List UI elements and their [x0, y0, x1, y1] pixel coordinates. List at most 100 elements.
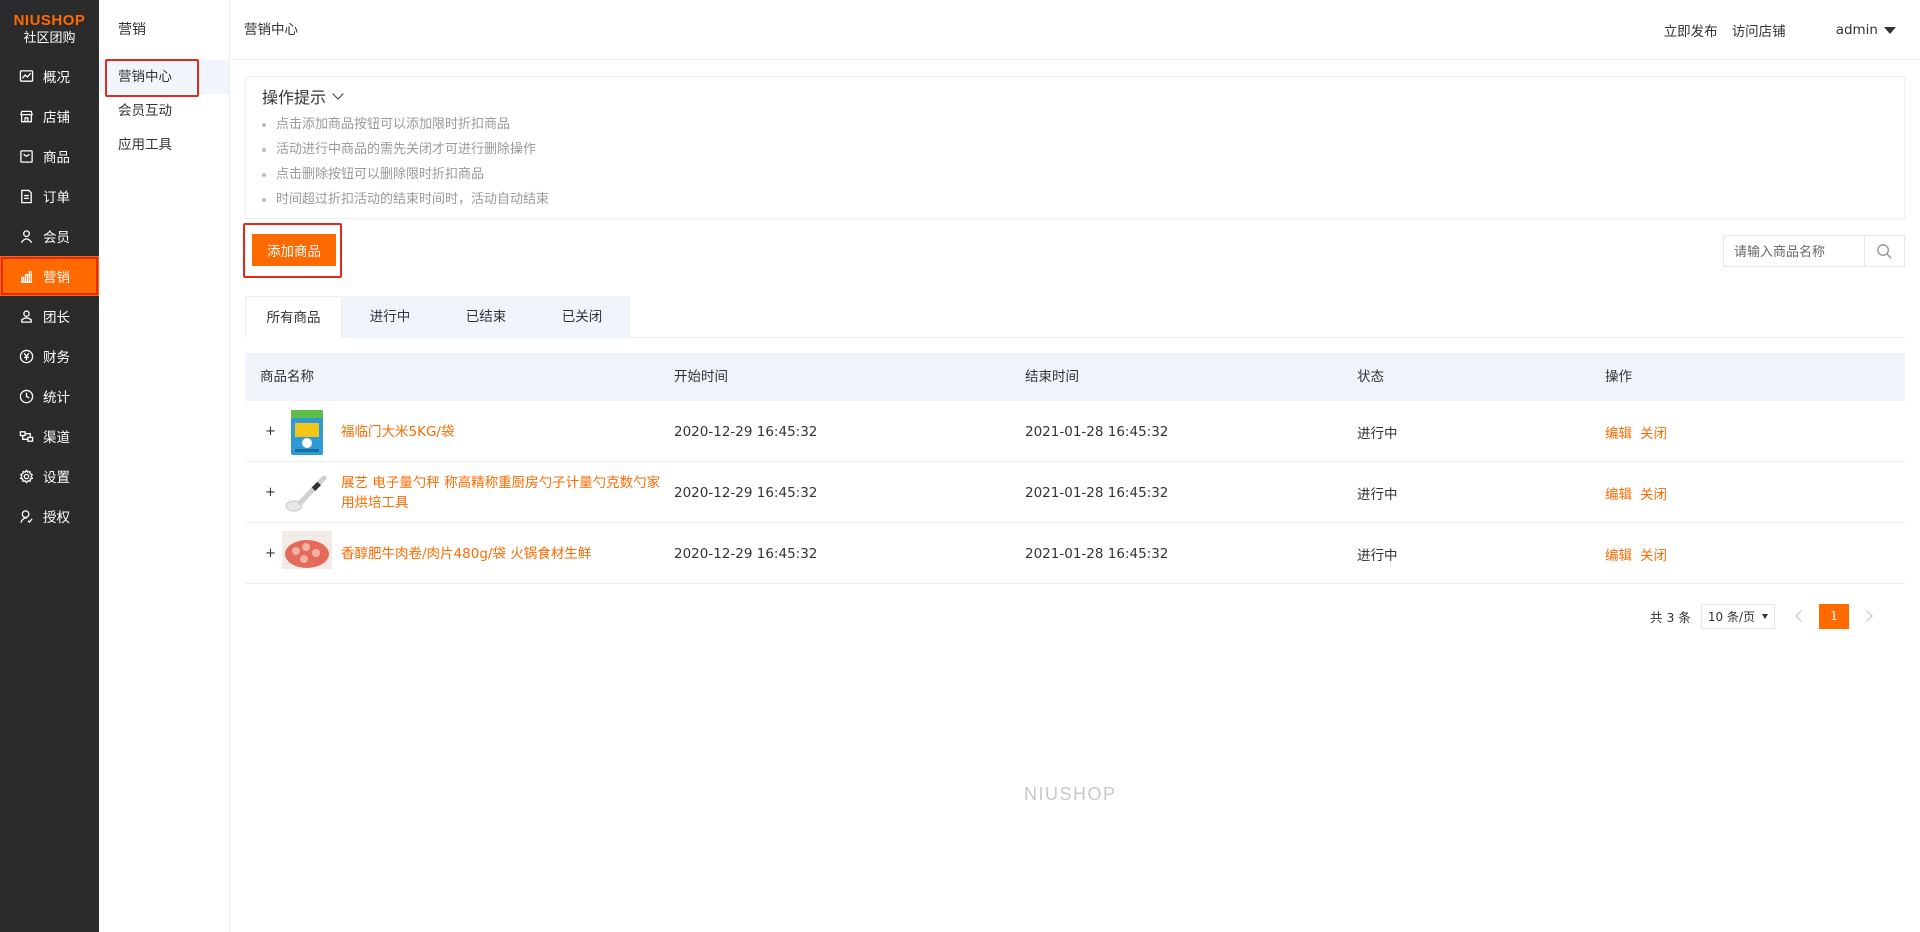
- publish-link[interactable]: 立即发布: [1664, 20, 1718, 40]
- sidebar-item-order[interactable]: 订单: [0, 176, 99, 216]
- member-icon: [18, 228, 34, 244]
- secondary-menu: 营销 营销中心 会员互动 应用工具: [99, 0, 230, 932]
- user-name: admin: [1835, 22, 1878, 38]
- goods-table: 商品名称 开始时间 结束时间 状态 操作 + 福临门大米5KG/袋 2020-1…: [245, 353, 1905, 584]
- table-row: + 香醇肥牛肉卷/肉片480g/袋 火锅食材生鲜 2020-12-29 16:4…: [245, 523, 1905, 584]
- sidebar-item-label: 设置: [43, 470, 70, 486]
- sidebar-item-label: 财务: [43, 350, 70, 366]
- submenu-item-app-tools[interactable]: 应用工具: [99, 128, 229, 162]
- col-end-time: 结束时间: [1025, 369, 1079, 385]
- expand-button[interactable]: +: [265, 401, 276, 462]
- expand-button[interactable]: +: [265, 462, 276, 523]
- sidebar-item-member[interactable]: 会员: [0, 216, 99, 256]
- page-size-value: 10 条/页: [1707, 609, 1756, 624]
- sidebar-item-settings[interactable]: 设置: [0, 456, 99, 496]
- col-actions: 操作: [1605, 369, 1632, 385]
- start-time: 2020-12-29 16:45:32: [674, 545, 818, 562]
- row-actions: 编辑 关闭: [1605, 401, 1675, 462]
- tips-title: 操作提示: [262, 88, 327, 107]
- prev-page-icon[interactable]: [1795, 610, 1807, 622]
- end-time: 2021-01-28 16:45:32: [1025, 545, 1169, 562]
- expand-button[interactable]: +: [265, 523, 276, 584]
- marketing-icon: [18, 268, 34, 284]
- sidebar-item-label: 授权: [43, 510, 70, 526]
- table-row: + 福临门大米5KG/袋 2020-12-29 16:45:32 2021-01…: [245, 401, 1905, 462]
- search-box: [1723, 235, 1905, 267]
- add-goods-highlight: 添加商品: [243, 223, 342, 278]
- sidebar-item-channel[interactable]: 渠道: [0, 416, 99, 456]
- user-menu[interactable]: admin: [1836, 22, 1896, 38]
- sidebar-item-store[interactable]: 店铺: [0, 96, 99, 136]
- sidebar-item-label: 订单: [43, 190, 70, 206]
- edit-link[interactable]: 编辑: [1605, 422, 1632, 442]
- page-number-current[interactable]: 1: [1818, 603, 1849, 629]
- tab-ongoing[interactable]: 进行中: [342, 296, 438, 338]
- submenu-title: 营销: [118, 22, 146, 38]
- close-link[interactable]: 关闭: [1640, 422, 1667, 442]
- chevron-down-icon: [332, 88, 344, 100]
- tab-all[interactable]: 所有商品: [245, 296, 342, 338]
- next-page-icon[interactable]: [1861, 610, 1873, 622]
- logo-subtitle: 社区团购: [23, 31, 76, 46]
- goods-thumbnail[interactable]: [282, 409, 332, 455]
- edit-link[interactable]: 编辑: [1605, 483, 1632, 503]
- search-icon: [1877, 243, 1892, 259]
- visit-store-link[interactable]: 访问店铺: [1732, 20, 1786, 40]
- tip-item: 活动进行中商品的需先关闭才可进行删除操作: [262, 137, 1888, 162]
- channel-icon: [18, 428, 34, 444]
- sidebar-item-label: 渠道: [43, 430, 70, 446]
- sidebar-item-stats[interactable]: 统计: [0, 376, 99, 416]
- spoon-scale-image: [282, 470, 332, 516]
- sidebar-item-overview[interactable]: 概况: [0, 56, 99, 96]
- col-status: 状态: [1357, 369, 1384, 385]
- sidebar-item-label: 商品: [43, 150, 70, 166]
- app-root: NIUSHOP 社区团购 概况 店铺 商品 订单 会员 营销 团长 财务 统计 …: [0, 0, 1920, 932]
- sidebar-item-finance[interactable]: 财务: [0, 336, 99, 376]
- sidebar-item-label: 店铺: [43, 110, 70, 126]
- sidebar-item-goods[interactable]: 商品: [0, 136, 99, 176]
- sidebar-item-marketing[interactable]: 营销: [0, 256, 99, 296]
- goods-name-link[interactable]: 香醇肥牛肉卷/肉片480g/袋 火锅食材生鲜: [341, 523, 661, 584]
- sidebar-item-label: 会员: [43, 230, 70, 246]
- search-input[interactable]: [1724, 236, 1864, 266]
- tab-ended[interactable]: 已结束: [438, 296, 534, 338]
- status-tabs: 所有商品 进行中 已结束 已关闭: [245, 296, 1905, 338]
- search-button[interactable]: [1864, 236, 1904, 266]
- edit-link[interactable]: 编辑: [1605, 544, 1632, 564]
- order-icon: [18, 188, 34, 204]
- logo[interactable]: NIUSHOP 社区团购: [0, 0, 99, 56]
- row-actions: 编辑 关闭: [1605, 523, 1675, 584]
- tips-header[interactable]: 操作提示: [262, 86, 1888, 107]
- goods-thumbnail[interactable]: [282, 531, 332, 577]
- col-name: 商品名称: [260, 369, 314, 385]
- goods-name-link[interactable]: 福临门大米5KG/袋: [341, 401, 661, 462]
- breadcrumb[interactable]: 营销中心: [244, 0, 298, 60]
- submenu-item-marketing-center[interactable]: 营销中心: [99, 59, 229, 97]
- start-time: 2020-12-29 16:45:32: [674, 484, 818, 501]
- end-time: 2021-01-28 16:45:32: [1025, 423, 1169, 440]
- table-row: + 展艺 电子量勺秤 称高精称重厨房勺子计量勺克数勺家用烘培工具 2020-12…: [245, 462, 1905, 523]
- tab-closed[interactable]: 已关闭: [534, 296, 630, 338]
- sidebar-item-auth[interactable]: 授权: [0, 496, 99, 536]
- sidebar-item-label: 概况: [43, 70, 70, 86]
- header-actions: 立即发布 访问店铺 admin: [1650, 0, 1896, 60]
- sidebar-item-leader[interactable]: 团长: [0, 296, 99, 336]
- col-start-time: 开始时间: [674, 369, 728, 385]
- close-link[interactable]: 关闭: [1640, 483, 1667, 503]
- goods-thumbnail[interactable]: [282, 470, 332, 516]
- store-icon: [18, 108, 34, 124]
- close-link[interactable]: 关闭: [1640, 544, 1667, 564]
- pagination: 共 3 条 10 条/页 1: [1650, 603, 1885, 629]
- sidebar-item-label: 团长: [43, 310, 70, 326]
- main-sidebar: NIUSHOP 社区团购 概况 店铺 商品 订单 会员 营销 团长 财务 统计 …: [0, 0, 99, 932]
- start-time: 2020-12-29 16:45:32: [674, 423, 818, 440]
- submenu-item-member-interaction[interactable]: 会员互动: [99, 94, 229, 128]
- add-goods-button[interactable]: 添加商品: [252, 234, 336, 266]
- stats-icon: [18, 388, 34, 404]
- beef-roll-image: [282, 531, 332, 577]
- page-size-select[interactable]: 10 条/页: [1700, 603, 1775, 629]
- caret-down-icon: [1761, 613, 1768, 619]
- row-actions: 编辑 关闭: [1605, 462, 1675, 523]
- sidebar-item-label: 统计: [43, 390, 70, 406]
- goods-name-link[interactable]: 展艺 电子量勺秤 称高精称重厨房勺子计量勺克数勺家用烘培工具: [341, 462, 661, 523]
